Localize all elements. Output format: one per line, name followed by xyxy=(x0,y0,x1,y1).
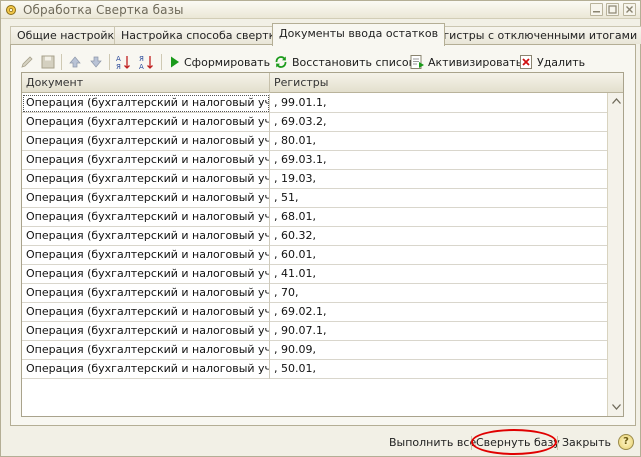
table-row[interactable]: Операция (бухгалтерский и налоговый учет… xyxy=(22,113,607,132)
help-icon[interactable]: ? xyxy=(618,434,634,450)
cell-registers[interactable]: , 68.01, xyxy=(270,208,607,227)
table-row[interactable]: Операция (бухгалтерский и налоговый учет… xyxy=(22,360,607,379)
maximize-icon[interactable] xyxy=(606,3,619,16)
table-row[interactable]: Операция (бухгалтерский и налоговый учет… xyxy=(22,341,607,360)
footer-bar: Выполнить все Свернуть базу Закрыть ? xyxy=(1,429,640,456)
footer-separator xyxy=(557,436,558,450)
cell-registers[interactable]: , 60.01, xyxy=(270,246,607,265)
close-icon[interactable] xyxy=(623,3,636,16)
cell-registers[interactable]: , 51, xyxy=(270,189,607,208)
restore-list-label: Восстановить список xyxy=(292,55,416,69)
tab-registers-disabled-totals[interactable]: Регистры с отключенными итогами xyxy=(423,26,641,44)
toolbar-separator xyxy=(109,54,110,70)
cell-document[interactable]: Операция (бухгалтерский и налоговый учет… xyxy=(22,132,270,151)
table-row[interactable]: Операция (бухгалтерский и налоговый учет… xyxy=(22,132,607,151)
table-row[interactable]: Операция (бухгалтерский и налоговый учет… xyxy=(22,284,607,303)
save-icon[interactable] xyxy=(40,53,56,71)
vertical-scrollbar[interactable] xyxy=(607,93,623,416)
scroll-up-icon[interactable] xyxy=(609,94,623,108)
table-row[interactable]: Операция (бухгалтерский и налоговый учет… xyxy=(22,265,607,284)
form-button-label: Сформировать xyxy=(184,55,271,69)
tab-panel: A Я Я A Сформировать Восстановить список… xyxy=(10,44,636,426)
cell-document[interactable]: Операция (бухгалтерский и налоговый учет… xyxy=(22,360,270,379)
documents-table[interactable]: Документ Регистры Операция (бухгалтерски… xyxy=(21,72,624,417)
refresh-icon xyxy=(275,56,287,68)
table-header: Документ Регистры xyxy=(22,73,623,93)
tab-collapse-method[interactable]: Настройка способа свертки xyxy=(114,26,290,44)
table-row[interactable]: Операция (бухгалтерский и налоговый учет… xyxy=(22,303,607,322)
cell-registers[interactable]: , 69.02.1, xyxy=(270,303,607,322)
delete-label: Удалить xyxy=(537,55,586,69)
table-row[interactable]: Операция (бухгалтерский и налоговый учет… xyxy=(22,151,607,170)
svg-text:Я: Я xyxy=(116,63,121,70)
gear-icon xyxy=(5,4,17,16)
cell-document[interactable]: Операция (бухгалтерский и налоговый учет… xyxy=(22,265,270,284)
scroll-down-icon[interactable] xyxy=(609,400,623,414)
processing-window: Обработка Свертка базы Общие настройки Н… xyxy=(0,0,641,457)
cell-document[interactable]: Операция (бухгалтерский и налоговый учет… xyxy=(22,246,270,265)
svg-text:A: A xyxy=(139,63,144,70)
toolbar-separator xyxy=(161,54,162,70)
title-bar: Обработка Свертка базы xyxy=(1,1,640,19)
cell-document[interactable]: Операция (бухгалтерский и налоговый учет… xyxy=(22,341,270,360)
sort-desc-icon[interactable]: Я A xyxy=(138,53,156,71)
cell-document[interactable]: Операция (бухгалтерский и налоговый учет… xyxy=(22,208,270,227)
arrow-down-icon[interactable] xyxy=(88,53,104,71)
sort-asc-icon[interactable]: A Я xyxy=(115,53,133,71)
cell-document[interactable]: Операция (бухгалтерский и налоговый учет… xyxy=(22,189,270,208)
tab-strip: Общие настройки Настройка способа свертк… xyxy=(10,23,641,46)
svg-text:Я: Я xyxy=(139,55,144,63)
arrow-up-icon[interactable] xyxy=(67,53,83,71)
table-body: Операция (бухгалтерский и налоговый учет… xyxy=(22,94,607,379)
close-button[interactable]: Закрыть xyxy=(562,436,611,449)
restore-list-button[interactable]: Восстановить список xyxy=(273,53,415,71)
tab-balance-documents[interactable]: Документы ввода остатков xyxy=(272,23,446,46)
table-row[interactable]: Операция (бухгалтерский и налоговый учет… xyxy=(22,189,607,208)
cell-document[interactable]: Операция (бухгалтерский и налоговый учет… xyxy=(22,284,270,303)
column-header-registers[interactable]: Регистры xyxy=(270,73,607,93)
table-row[interactable]: Операция (бухгалтерский и налоговый учет… xyxy=(22,208,607,227)
activate-button[interactable]: Активизировать xyxy=(409,53,522,71)
activate-icon xyxy=(410,55,424,69)
cell-document[interactable]: Операция (бухгалтерский и налоговый учет… xyxy=(22,94,270,113)
cell-registers[interactable]: , 90.07.1, xyxy=(270,322,607,341)
minimize-icon[interactable] xyxy=(590,3,603,16)
cell-registers[interactable]: , 80.01, xyxy=(270,132,607,151)
table-row[interactable]: Операция (бухгалтерский и налоговый учет… xyxy=(22,246,607,265)
cell-registers[interactable]: , 41.01, xyxy=(270,265,607,284)
cell-registers[interactable]: , 69.03.2, xyxy=(270,113,607,132)
edit-icon[interactable] xyxy=(19,53,35,71)
cell-registers[interactable]: , 70, xyxy=(270,284,607,303)
table-row[interactable]: Операция (бухгалтерский и налоговый учет… xyxy=(22,170,607,189)
cell-document[interactable]: Операция (бухгалтерский и налоговый учет… xyxy=(22,113,270,132)
table-row[interactable]: Операция (бухгалтерский и налоговый учет… xyxy=(22,322,607,341)
cell-document[interactable]: Операция (бухгалтерский и налоговый учет… xyxy=(22,227,270,246)
cell-document[interactable]: Операция (бухгалтерский и налоговый учет… xyxy=(22,170,270,189)
table-row[interactable]: Операция (бухгалтерский и налоговый учет… xyxy=(22,227,607,246)
highlight-circle xyxy=(471,429,557,455)
toolbar: A Я Я A Сформировать Восстановить список… xyxy=(19,51,619,73)
toolbar-separator xyxy=(61,54,62,70)
form-button[interactable]: Сформировать xyxy=(169,53,270,71)
cell-registers[interactable]: , 69.03.1, xyxy=(270,151,607,170)
delete-button[interactable]: Удалить xyxy=(519,53,585,71)
execute-all-button[interactable]: Выполнить все xyxy=(389,436,476,449)
cell-document[interactable]: Операция (бухгалтерский и налоговый учет… xyxy=(22,322,270,341)
cell-registers[interactable]: , 90.09, xyxy=(270,341,607,360)
table-row[interactable]: Операция (бухгалтерский и налоговый учет… xyxy=(22,94,607,113)
cell-registers[interactable]: , 99.01.1, xyxy=(270,94,607,113)
column-header-document[interactable]: Документ xyxy=(22,73,270,93)
cell-registers[interactable]: , 50.01, xyxy=(270,360,607,379)
activate-label: Активизировать xyxy=(428,55,523,69)
play-icon xyxy=(171,56,179,68)
svg-text:A: A xyxy=(116,55,121,63)
cell-document[interactable]: Операция (бухгалтерский и налоговый учет… xyxy=(22,303,270,322)
tab-general-settings[interactable]: Общие настройки xyxy=(10,26,129,44)
cell-registers[interactable]: , 60.32, xyxy=(270,227,607,246)
delete-icon xyxy=(520,55,532,69)
cell-document[interactable]: Операция (бухгалтерский и налоговый учет… xyxy=(22,151,270,170)
window-title: Обработка Свертка базы xyxy=(23,3,184,17)
cell-registers[interactable]: , 19.03, xyxy=(270,170,607,189)
